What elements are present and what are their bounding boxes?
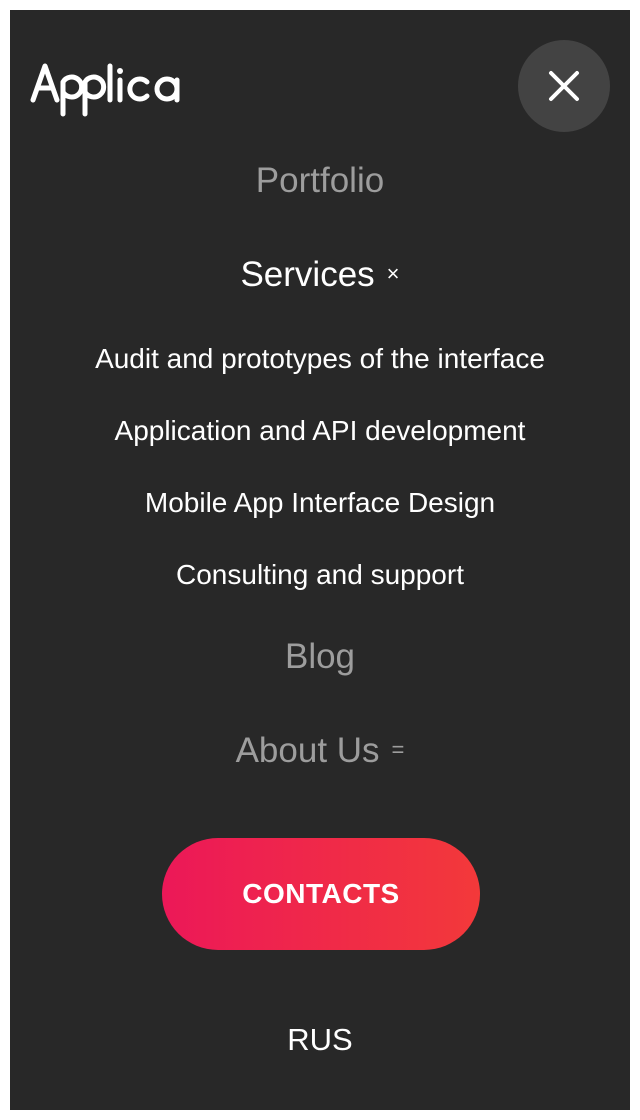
- nav-services-label: Services: [240, 255, 375, 294]
- nav-item-portfolio[interactable]: Portfolio: [10, 160, 630, 202]
- collapse-icon[interactable]: ×: [387, 261, 400, 286]
- expand-icon[interactable]: =: [392, 737, 405, 762]
- subitem-label: Audit and prototypes of the interface: [95, 343, 545, 374]
- contacts-button[interactable]: CONTACTS: [162, 838, 480, 950]
- nav-item-blog[interactable]: Blog: [10, 636, 630, 678]
- nav-portfolio-label: Portfolio: [255, 161, 385, 200]
- nav-blog-label: Blog: [284, 637, 356, 676]
- services-subitem-audit[interactable]: Audit and prototypes of the interface: [10, 341, 630, 377]
- mobile-menu: Portfolio Services × Audit and prototypes…: [10, 10, 630, 1110]
- subitem-label: Application and API development: [114, 415, 526, 446]
- subitem-label: Consulting and support: [176, 559, 464, 590]
- nav-item-services[interactable]: Services ×: [10, 254, 630, 298]
- services-subitem-consulting[interactable]: Consulting and support: [10, 557, 630, 593]
- close-icon: [549, 71, 579, 101]
- language-label: RUS: [287, 1022, 353, 1057]
- services-subitem-api-development[interactable]: Application and API development: [10, 413, 630, 449]
- close-menu-button[interactable]: [518, 40, 610, 132]
- applica-logo[interactable]: [30, 58, 192, 118]
- contacts-button-label: CONTACTS: [242, 878, 400, 909]
- services-subitem-mobile-design[interactable]: Mobile App Interface Design: [10, 485, 630, 521]
- nav-about-label: About Us: [235, 731, 380, 770]
- language-switch[interactable]: RUS: [10, 1020, 630, 1060]
- subitem-label: Mobile App Interface Design: [144, 487, 496, 518]
- nav-item-about-us[interactable]: About Us =: [10, 730, 630, 774]
